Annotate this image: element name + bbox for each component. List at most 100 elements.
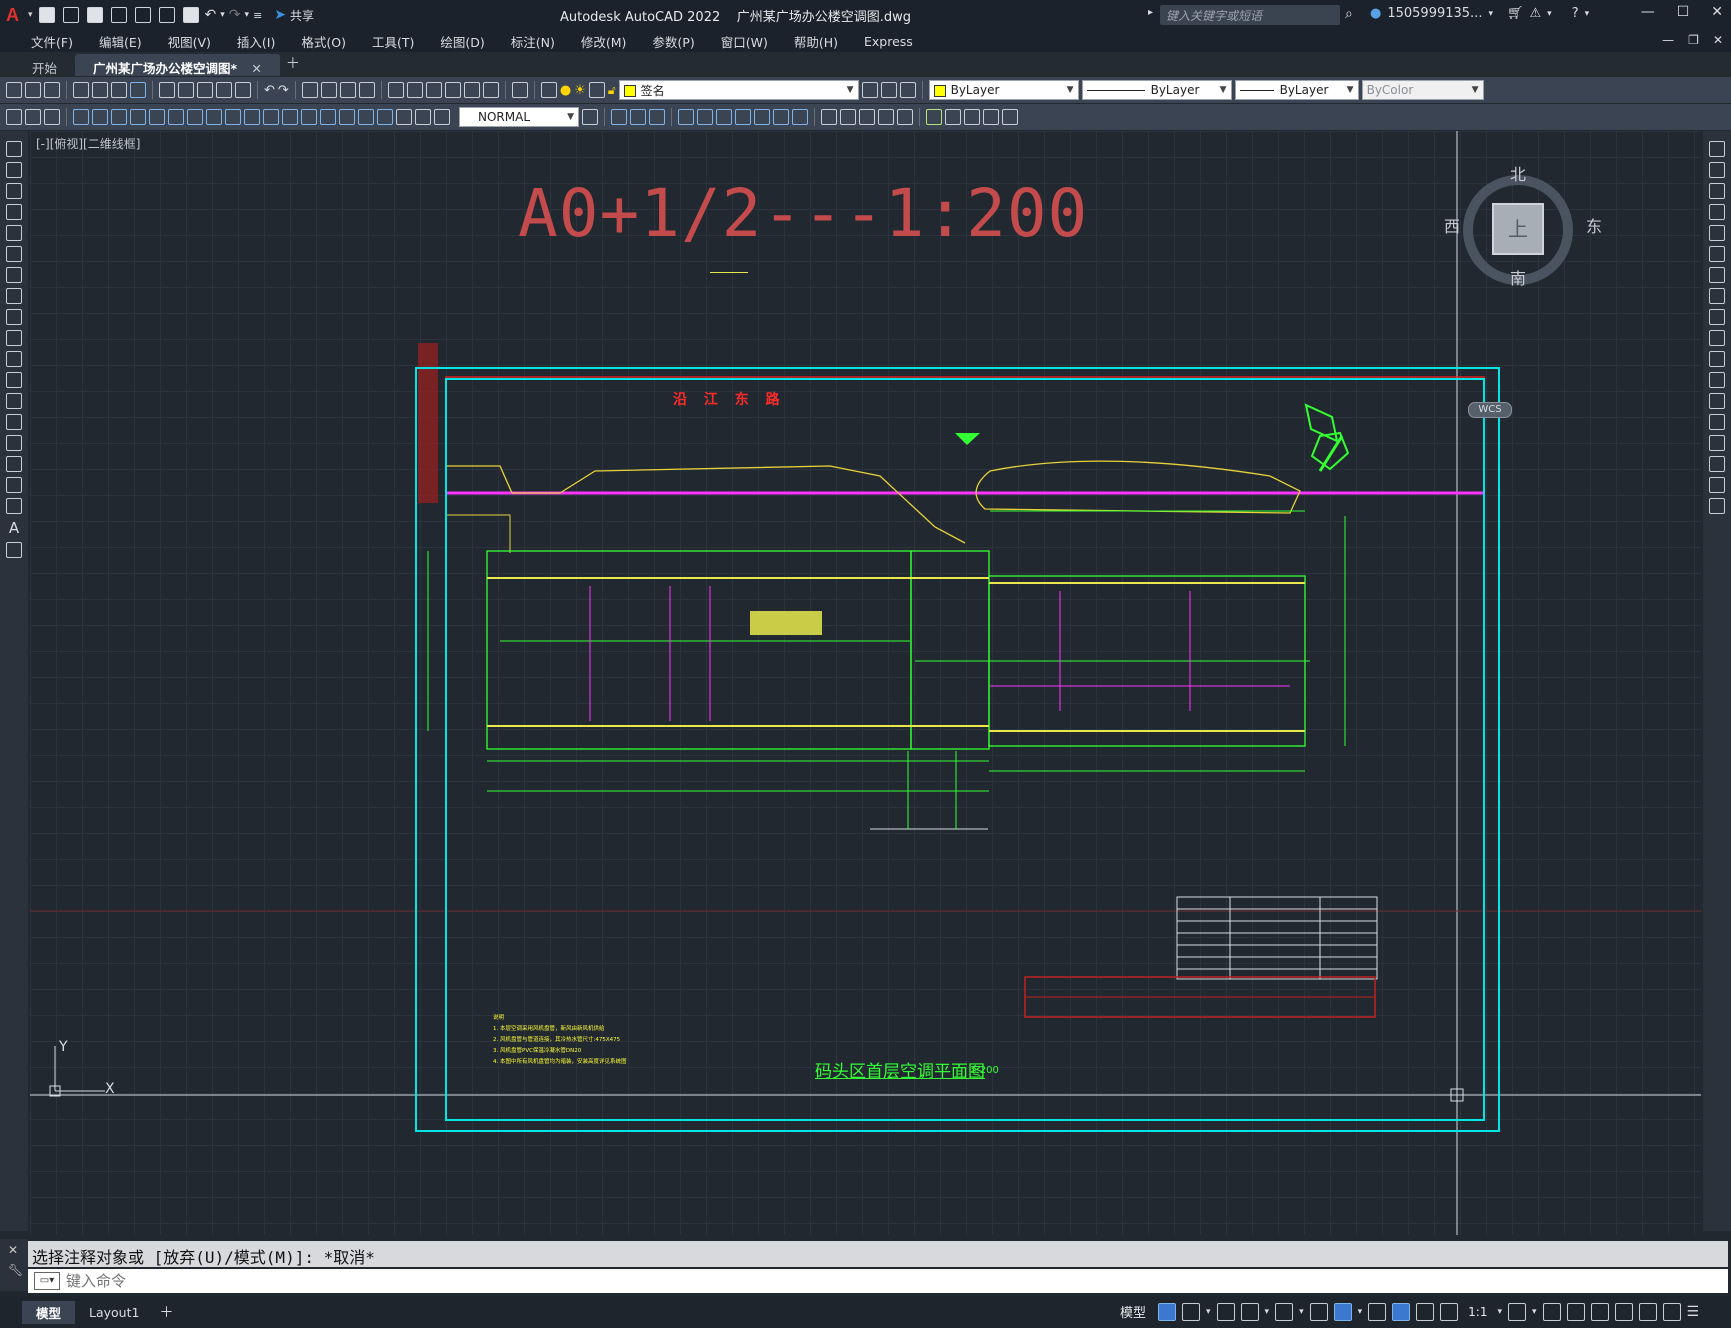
cut-icon[interactable] <box>159 82 175 98</box>
polar-icon[interactable] <box>1240 1302 1259 1321</box>
multiline-text-icon[interactable]: A <box>9 519 19 537</box>
solid-icon-7[interactable] <box>792 109 808 125</box>
diameter-dimension-icon[interactable] <box>187 109 203 125</box>
undo-icon[interactable]: ↶ <box>205 7 217 23</box>
autocad-logo-icon[interactable]: A <box>6 5 24 25</box>
isodraft-icon[interactable] <box>1275 1302 1294 1321</box>
erase-icon[interactable] <box>1709 141 1725 157</box>
user-account[interactable]: ● 1505999135... ▾ 🛒︎ ⚠︎ ▾ ? ▾ <box>1370 6 1589 21</box>
view-icon-1[interactable] <box>611 109 627 125</box>
solid-icon-4[interactable] <box>735 109 751 125</box>
rectangle-icon[interactable] <box>6 225 22 241</box>
chamfer-icon[interactable] <box>1709 435 1725 451</box>
command-line-handle[interactable]: ✕ 🔧︎ <box>0 1239 28 1291</box>
help-icon[interactable]: ? <box>1572 6 1579 21</box>
open-icon[interactable] <box>25 82 41 98</box>
plot-icon[interactable] <box>182 7 199 23</box>
blend-curves-icon[interactable] <box>1709 477 1725 493</box>
mirror-icon[interactable] <box>1709 183 1725 199</box>
inspection-icon[interactable] <box>358 109 374 125</box>
jogged-linear-icon[interactable] <box>377 109 393 125</box>
app-menu-chevron-icon[interactable]: ▾ <box>28 10 33 20</box>
render-icon-9[interactable] <box>983 109 999 125</box>
compass-east[interactable]: 东 <box>1586 213 1602 237</box>
dimension-text-edit-icon[interactable] <box>415 109 431 125</box>
3dprint-icon[interactable] <box>130 82 146 98</box>
ortho-icon[interactable] <box>1216 1302 1235 1321</box>
menu-edit[interactable]: 编辑(E) <box>86 32 155 51</box>
menu-window[interactable]: 窗口(W) <box>708 32 781 51</box>
ordinate-dimension-icon[interactable] <box>130 109 146 125</box>
customize-wrench-icon[interactable]: 🔧︎ <box>0 1261 28 1279</box>
maximize-icon[interactable]: ☐ <box>1677 4 1690 20</box>
construction-line-icon[interactable] <box>6 162 22 178</box>
polar-dropdown-icon[interactable]: ▾ <box>1265 1307 1270 1317</box>
layer-thaw-sun-icon[interactable]: ☀ <box>574 83 586 98</box>
block-editor-icon[interactable] <box>235 82 251 98</box>
share-button[interactable]: ➤ 共享 <box>274 7 314 24</box>
break-icon[interactable] <box>1709 393 1725 409</box>
array-icon[interactable] <box>1709 225 1725 241</box>
copy-icon[interactable] <box>178 82 194 98</box>
help-icon[interactable] <box>511 82 528 98</box>
clean-screen-icon[interactable] <box>1662 1302 1681 1321</box>
layer-states-icon[interactable] <box>899 82 916 98</box>
arc-icon[interactable] <box>6 246 22 262</box>
grid-icon[interactable] <box>1158 1302 1177 1321</box>
dimension-break-icon[interactable] <box>301 109 317 125</box>
drawing-minimize-icon[interactable]: — <box>1662 33 1674 47</box>
compass-north[interactable]: 北 <box>1510 161 1526 185</box>
solid-icon-1[interactable] <box>678 109 694 125</box>
cart-icon[interactable]: 🛒︎ <box>1507 6 1524 21</box>
snap-icon[interactable] <box>1182 1302 1201 1321</box>
auto-scale-icon[interactable] <box>1416 1302 1435 1321</box>
open-file-icon[interactable] <box>62 7 79 23</box>
fillet-icon[interactable] <box>1709 456 1725 472</box>
help-search-input[interactable]: 键入关键字或短语 <box>1160 5 1340 25</box>
table-icon[interactable] <box>6 498 22 514</box>
quick-dimension-icon[interactable] <box>225 109 241 125</box>
zoom-realtime-icon[interactable] <box>320 82 337 98</box>
menu-format[interactable]: 格式(O) <box>288 32 359 51</box>
menu-insert[interactable]: 插入(I) <box>224 32 288 51</box>
menu-tools[interactable]: 工具(T) <box>359 32 427 51</box>
undo-icon[interactable]: ↶ <box>264 83 275 98</box>
dim-override-icon[interactable] <box>44 109 60 125</box>
save-icon[interactable] <box>86 7 103 23</box>
search-expand-icon[interactable]: ▸ <box>1148 7 1153 18</box>
menu-view[interactable]: 视图(V) <box>155 32 224 51</box>
make-block-icon[interactable] <box>6 393 22 409</box>
graphics-performance-icon[interactable] <box>1638 1302 1657 1321</box>
color-dropdown[interactable]: ByLayer ▼ <box>928 80 1079 100</box>
snap-dropdown-icon[interactable]: ▾ <box>1206 1307 1211 1317</box>
layer-dropdown[interactable]: 签名 ▼ <box>618 80 859 100</box>
gradient-icon[interactable] <box>6 456 22 472</box>
close-icon[interactable]: ✕ <box>1711 4 1723 20</box>
polygon-icon[interactable] <box>6 204 22 220</box>
command-input[interactable] <box>66 1272 1728 1290</box>
extend-icon[interactable] <box>1709 351 1725 367</box>
viewcube[interactable]: 上 北 南 西 东 <box>1430 161 1602 331</box>
render-icon-7[interactable] <box>945 109 961 125</box>
annotation-scale-value[interactable]: 1:1 <box>1468 1305 1487 1319</box>
save-as-icon[interactable] <box>110 7 127 23</box>
model-space-button[interactable]: 模型 <box>1120 1302 1146 1321</box>
annotation-scale-icon[interactable] <box>1440 1302 1459 1321</box>
layer-unlock-icon[interactable]: 🔓︎ <box>608 83 616 98</box>
scale-dropdown-icon[interactable]: ▾ <box>1497 1307 1502 1317</box>
move-icon[interactable] <box>1709 246 1725 262</box>
redo-icon[interactable]: ↷ <box>278 83 289 98</box>
dim-update-icon[interactable] <box>6 109 22 125</box>
spline-icon[interactable] <box>6 309 22 325</box>
isolate-objects-icon[interactable] <box>1614 1302 1633 1321</box>
rotate-icon[interactable] <box>1709 267 1725 283</box>
menu-modify[interactable]: 修改(M) <box>568 32 640 51</box>
join-icon[interactable] <box>1709 414 1725 430</box>
help-dropdown-icon[interactable]: ▾ <box>1585 9 1590 19</box>
paste-icon[interactable] <box>197 82 213 98</box>
zoom-previous-icon[interactable] <box>358 82 375 98</box>
save-icon[interactable] <box>44 82 60 98</box>
angular-dimension-icon[interactable] <box>206 109 222 125</box>
continue-dimension-icon[interactable] <box>263 109 279 125</box>
drawing-area[interactable]: [-][俯视][二维线框] X A0+1/2---1:200 沿 江 东 路 说… <box>30 131 1701 1235</box>
